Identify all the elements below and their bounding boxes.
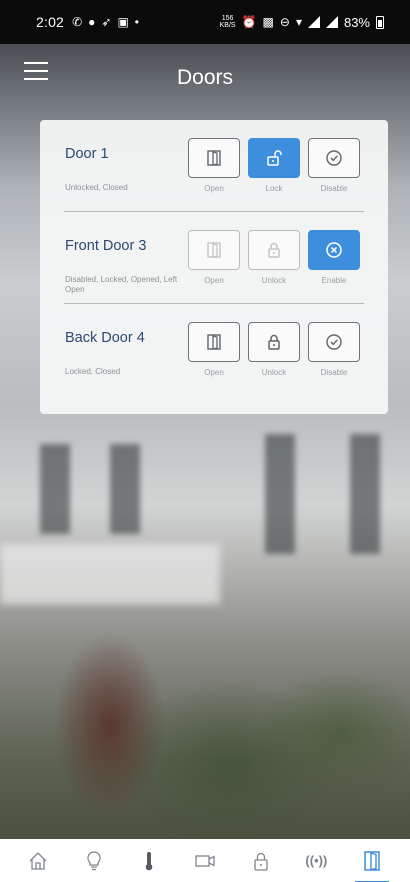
check-circle-icon xyxy=(326,150,342,166)
wifi-icon: ▾ xyxy=(295,15,302,29)
unlock-label: Unlock xyxy=(261,276,287,285)
nav-locks[interactable] xyxy=(242,843,280,879)
nav-sensors[interactable]: ((•)) xyxy=(297,843,335,879)
door-status: Unlocked, Closed xyxy=(65,183,128,192)
x-circle-icon xyxy=(326,242,342,258)
door-name: Back Door 4 xyxy=(65,330,145,346)
unlocked-padlock-icon xyxy=(267,150,282,166)
check-circle-icon xyxy=(326,334,342,350)
nav-lights[interactable] xyxy=(75,843,113,879)
network-speed: 156 KB/S xyxy=(219,15,236,29)
locked-padlock-icon xyxy=(268,242,280,258)
open-button[interactable] xyxy=(188,138,240,178)
enable-label: Enable xyxy=(321,276,347,285)
open-label: Open xyxy=(204,368,224,377)
broadcast-icon: ((•)) xyxy=(305,853,328,868)
open-button[interactable] xyxy=(188,322,240,362)
nav-home[interactable] xyxy=(19,843,57,879)
status-time: 2:02 xyxy=(36,14,65,30)
door-name: Front Door 3 xyxy=(65,238,147,254)
disable-label: Disable xyxy=(320,184,348,193)
doors-card: Door 1 Unlocked, Closed Open Lock Disabl… xyxy=(40,120,388,414)
battery-percent: 83% xyxy=(343,14,370,30)
app-screen: 2:02 ✆ ● ➶ ▣ • 156 KB/S ⏰ ▩ ⊖ ▾ 83% Door… xyxy=(0,0,410,882)
door-row: Front Door 3 Disabled, Locked, Opened, L… xyxy=(40,212,388,304)
unlock-button[interactable] xyxy=(248,322,300,362)
lock-button[interactable] xyxy=(248,138,300,178)
camera-icon xyxy=(195,854,215,867)
disable-label: Disable xyxy=(320,368,348,377)
teams-icon: ▣ xyxy=(117,15,129,29)
open-label: Open xyxy=(204,184,224,193)
door-icon xyxy=(207,242,221,258)
enable-button[interactable] xyxy=(308,230,360,270)
thermometer-icon xyxy=(145,851,153,870)
bottom-nav: ((•)) xyxy=(0,839,410,882)
home-icon xyxy=(29,851,47,870)
nfc-icon: ▩ xyxy=(262,15,274,29)
alarm-icon: ⏰ xyxy=(241,15,257,29)
lightbulb-icon xyxy=(86,850,101,870)
dnd-icon: ⊖ xyxy=(279,15,290,29)
nav-cameras[interactable] xyxy=(186,843,224,879)
door-name: Door 1 xyxy=(65,146,109,162)
door-status: Locked, Closed xyxy=(65,367,121,376)
unlock-label: Unlock xyxy=(261,368,287,377)
locked-padlock-icon xyxy=(268,334,280,350)
battery-icon xyxy=(376,15,384,29)
door-status: Disabled, Locked, Opened, Left Open xyxy=(65,275,178,294)
open-label: Open xyxy=(204,276,224,285)
status-bar: 2:02 ✆ ● ➶ ▣ • 156 KB/S ⏰ ▩ ⊖ ▾ 83% xyxy=(0,0,410,44)
door-icon xyxy=(364,850,380,871)
signal-icon xyxy=(307,16,320,28)
wifi-calling-icon: ➶ xyxy=(101,15,112,29)
padlock-icon xyxy=(254,852,268,871)
location-pin-icon: ● xyxy=(88,15,96,29)
notification-icons: ✆ ● ➶ ▣ • xyxy=(72,15,139,29)
more-notifications-dot-icon: • xyxy=(134,15,139,29)
door-row: Door 1 Unlocked, Closed Open Lock Disabl… xyxy=(40,120,388,212)
door-row: Back Door 4 Locked, Closed Open Unlock D… xyxy=(40,304,388,396)
door-icon xyxy=(207,334,221,350)
system-icons: 156 KB/S ⏰ ▩ ⊖ ▾ 83% xyxy=(220,15,384,30)
whatsapp-icon: ✆ xyxy=(72,15,83,29)
door-icon xyxy=(207,150,221,166)
nav-climate[interactable] xyxy=(130,843,168,879)
signal-2-icon xyxy=(325,16,338,28)
disable-button[interactable] xyxy=(308,322,360,362)
disable-button[interactable] xyxy=(308,138,360,178)
nav-doors[interactable] xyxy=(353,843,391,882)
unlock-button[interactable] xyxy=(248,230,300,270)
lock-label: Lock xyxy=(265,184,283,193)
page-title: Doors xyxy=(176,66,234,89)
open-button[interactable] xyxy=(188,230,240,270)
